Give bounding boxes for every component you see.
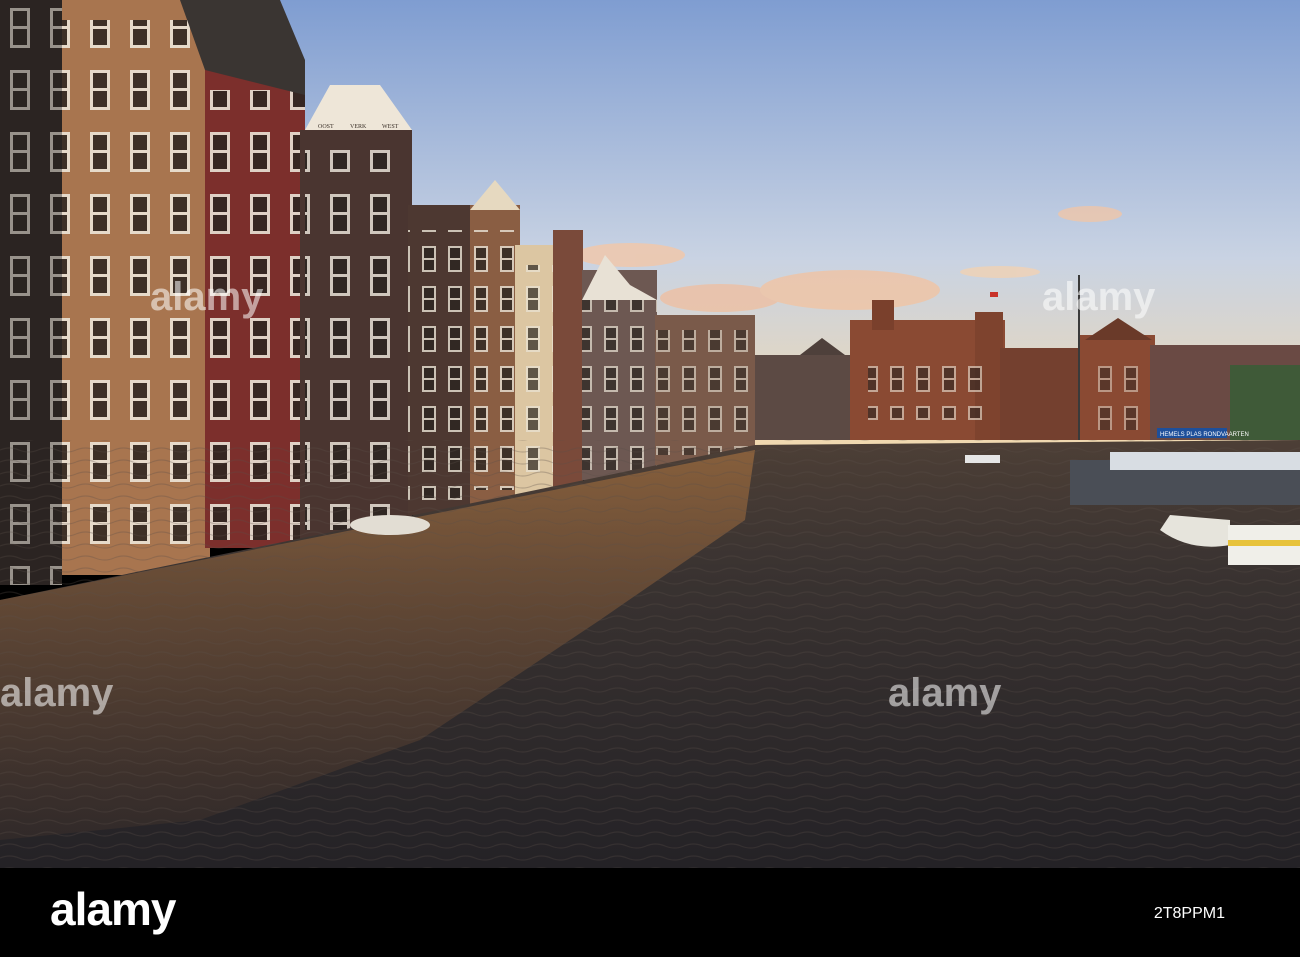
image-id: 2T8PPM1 [1153,905,1225,922]
canal-photo: OOST VERK WEST HEMELS PLAS RONDVAARTEN a… [0,0,1300,868]
footer-bar: alamy 2T8PPM1 [0,868,1300,957]
photo-stage: OOST VERK WEST HEMELS PLAS RONDVAARTEN a… [0,0,1300,957]
watermark-center: alamy [888,671,1002,715]
boat-banner: HEMELS PLAS RONDVAARTEN [1160,432,1249,438]
sign-right: WEST [382,124,399,130]
watermark-upper-left: alamy [150,275,264,319]
sign-left: OOST [318,124,334,130]
house-signs: OOST VERK WEST [318,124,399,130]
brand-logo[interactable]: alamy [50,882,176,936]
watermark-left: alamy [0,671,114,715]
watermark-right: alamy [1042,275,1156,319]
sign-middle: VERK [350,124,367,130]
